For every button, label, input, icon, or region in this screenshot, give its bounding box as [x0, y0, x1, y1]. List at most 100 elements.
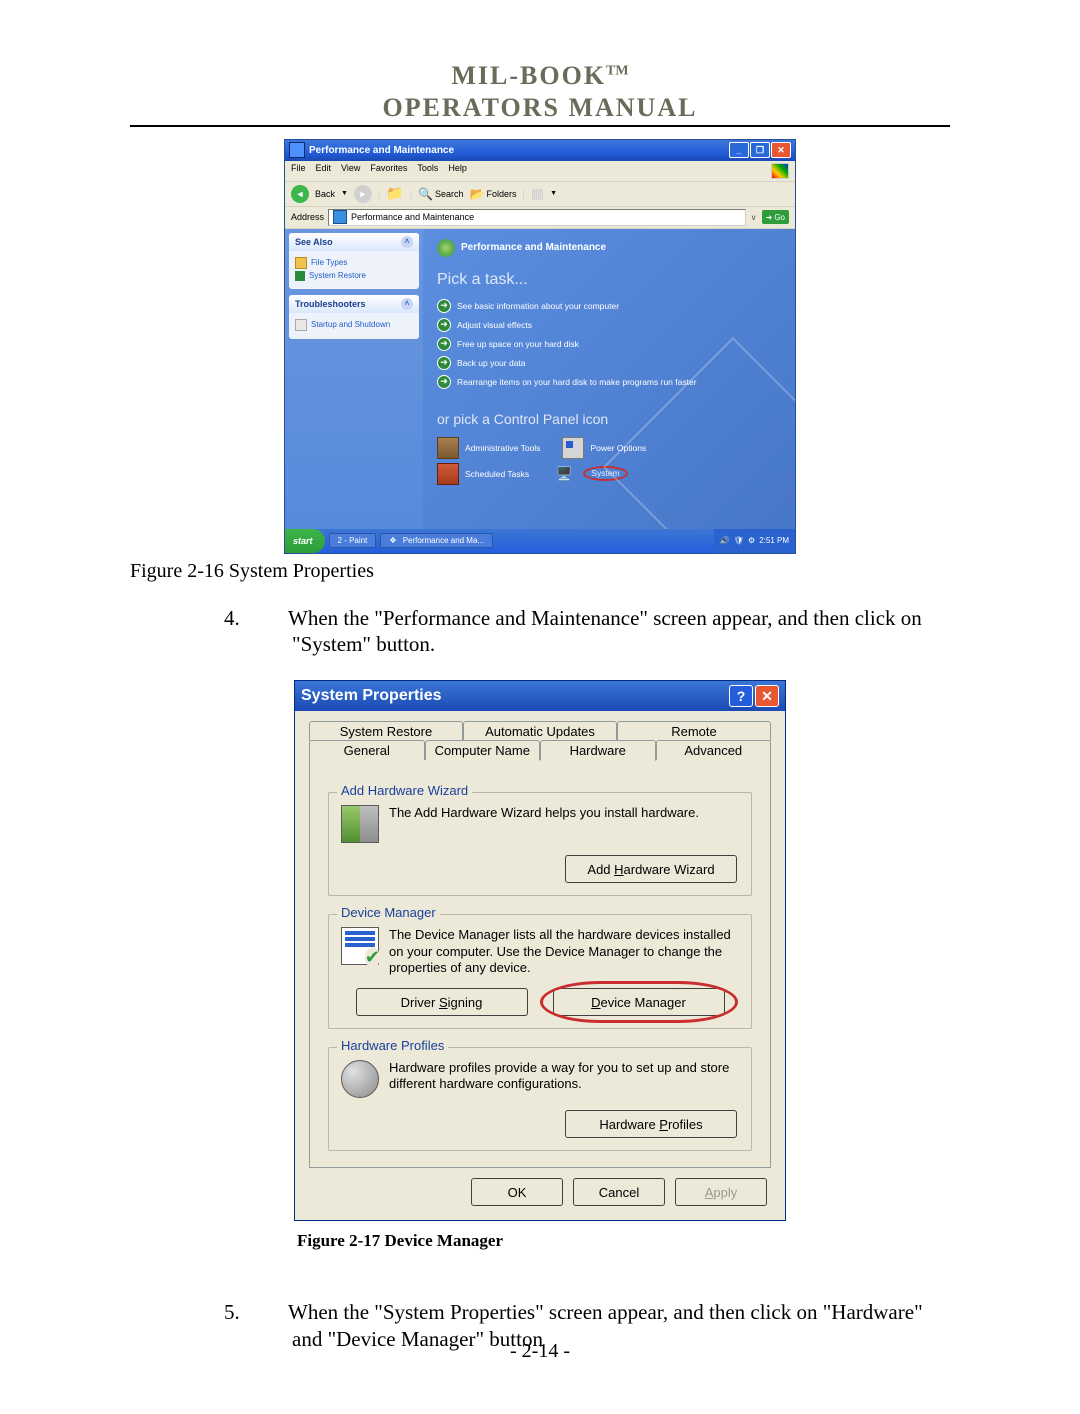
back-label[interactable]: Back	[315, 189, 335, 199]
cancel-button[interactable]: Cancel	[573, 1178, 665, 1206]
start-button[interactable]: start	[285, 529, 325, 553]
sidebar-link-system-restore[interactable]: System Restore	[295, 271, 413, 281]
device-manager-group: Device Manager The Device Manager lists …	[328, 914, 752, 1029]
folders-button[interactable]: 📂 Folders	[470, 187, 517, 201]
category-title: Performance and Maintenance	[461, 242, 606, 253]
startup-icon	[295, 319, 307, 331]
header-rule	[130, 125, 950, 127]
ok-button[interactable]: OK	[471, 1178, 563, 1206]
address-bar: Address Performance and Maintenance v ➜ …	[285, 207, 795, 229]
address-input[interactable]: Performance and Maintenance	[328, 209, 746, 226]
file-types-label: File Types	[311, 258, 347, 267]
window-title: Performance and Maintenance	[309, 145, 729, 156]
group-description: Hardware profiles provide a way for you …	[389, 1060, 739, 1098]
go-button[interactable]: ➜ Go	[762, 210, 789, 224]
system-restore-icon	[295, 271, 305, 281]
views-icon[interactable]: ▦	[531, 185, 544, 202]
folders-icon: 📂	[470, 187, 485, 201]
menu-tools[interactable]: Tools	[417, 163, 438, 179]
task-basic-info[interactable]: ➜See basic information about your comput…	[437, 299, 781, 313]
taskbar-perf-maint[interactable]: ❖ Performance and Ma...	[380, 533, 493, 548]
close-button[interactable]: ✕	[755, 685, 779, 707]
address-icon	[333, 210, 347, 224]
maximize-button[interactable]: ❐	[750, 142, 770, 158]
taskbar-paint[interactable]: 2 - Paint	[329, 533, 377, 548]
task-visual-effects[interactable]: ➜Adjust visual effects	[437, 318, 781, 332]
cp-power-options[interactable]: Power Options	[562, 437, 646, 459]
dialog-title: System Properties	[301, 687, 729, 705]
tab-hardware[interactable]: Hardware	[540, 740, 656, 761]
power-options-icon	[562, 437, 584, 459]
hardware-profiles-icon	[341, 1060, 379, 1098]
minimize-button[interactable]: _	[729, 142, 749, 158]
admin-tools-icon	[437, 437, 459, 459]
task-label: Adjust visual effects	[457, 320, 532, 330]
start-label: start	[293, 536, 313, 546]
cp-admin-tools[interactable]: Administrative Tools	[437, 437, 540, 459]
sidebar: See Also ˄ File Types System Restore	[285, 229, 423, 529]
cp-scheduled-tasks[interactable]: Scheduled Tasks	[437, 463, 529, 485]
menu-favorites[interactable]: Favorites	[370, 163, 407, 179]
arrow-icon: ➜	[437, 299, 451, 313]
tab-general[interactable]: General	[309, 740, 425, 761]
btn-label: Apply	[705, 1185, 738, 1200]
group-description: The Add Hardware Wizard helps you instal…	[389, 805, 739, 843]
forward-icon[interactable]: ►	[354, 185, 372, 203]
startup-label: Startup and Shutdown	[311, 320, 390, 329]
task-free-space[interactable]: ➜Free up space on your hard disk	[437, 337, 781, 351]
up-folder-icon[interactable]: 📁	[386, 185, 403, 202]
menu-view[interactable]: View	[341, 163, 360, 179]
device-manager-icon	[341, 927, 379, 965]
hardware-wizard-icon	[341, 805, 379, 843]
doc-header: MIL-BOOKTM OPERATORS MANUAL	[130, 60, 950, 123]
step-number: 4.	[258, 605, 288, 632]
tray-icon[interactable]: 🔊	[720, 536, 730, 545]
pick-a-task-heading: Pick a task...	[437, 271, 781, 289]
close-button[interactable]: ✕	[771, 142, 791, 158]
cp-system[interactable]: 🖥️ System	[551, 464, 628, 484]
search-button[interactable]: 🔍 Search	[418, 187, 463, 201]
device-manager-button[interactable]: Device Manager	[553, 988, 725, 1016]
back-icon[interactable]: ◄	[291, 185, 309, 203]
sidebar-link-file-types[interactable]: File Types	[295, 257, 413, 269]
taskbar: start 2 - Paint ❖ Performance and Ma... …	[285, 529, 795, 553]
menu-file[interactable]: File	[291, 163, 306, 179]
page-number: - 2-14 -	[0, 1340, 1080, 1363]
tab-system-restore[interactable]: System Restore	[309, 721, 463, 741]
system-tray: 🔊 🛡 ⚙ 2:51 PM	[714, 529, 795, 553]
tray-icon[interactable]: ⚙	[748, 536, 755, 545]
category-icon	[437, 239, 455, 257]
scheduled-tasks-icon	[437, 463, 459, 485]
cp-label: Power Options	[590, 443, 646, 453]
tab-remote[interactable]: Remote	[617, 721, 771, 741]
task-label: Rearrange items on your hard disk to mak…	[457, 377, 697, 387]
tab-advanced[interactable]: Advanced	[656, 740, 772, 761]
task-backup[interactable]: ➜Back up your data	[437, 356, 781, 370]
step-4: 4.When the "Performance and Maintenance"…	[258, 605, 950, 659]
add-hardware-wizard-button[interactable]: Add Hardware Wizard	[565, 855, 737, 883]
tray-icon[interactable]: 🛡	[734, 536, 744, 545]
window-titlebar: Performance and Maintenance _ ❐ ✕	[285, 140, 795, 161]
menu-help[interactable]: Help	[448, 163, 467, 179]
driver-signing-button[interactable]: Driver Signing	[356, 988, 528, 1016]
sidebar-link-startup-shutdown[interactable]: Startup and Shutdown	[295, 319, 413, 331]
hardware-profiles-group: Hardware Profiles Hardware profiles prov…	[328, 1047, 752, 1151]
address-dropdown-icon[interactable]: v	[750, 213, 758, 222]
task-rearrange[interactable]: ➜Rearrange items on your hard disk to ma…	[437, 375, 781, 389]
doc-subtitle: OPERATORS MANUAL	[130, 93, 950, 123]
group-description: The Device Manager lists all the hardwar…	[389, 927, 739, 976]
hardware-profiles-button[interactable]: Hardware Profiles	[565, 1110, 737, 1138]
tab-automatic-updates[interactable]: Automatic Updates	[463, 721, 617, 741]
tab-computer-name[interactable]: Computer Name	[425, 740, 541, 761]
task-label: Free up space on your hard disk	[457, 339, 579, 349]
troubleshooters-pane: Troubleshooters ˄ Startup and Shutdown	[289, 295, 419, 339]
help-button[interactable]: ?	[729, 685, 753, 707]
collapse-icon[interactable]: ˄	[401, 298, 413, 310]
btn-label: Driver Signing	[401, 995, 483, 1010]
collapse-icon[interactable]: ˄	[401, 236, 413, 248]
menu-edit[interactable]: Edit	[316, 163, 332, 179]
cp-label: Administrative Tools	[465, 443, 540, 453]
go-label: Go	[774, 213, 785, 222]
troubleshooters-title: Troubleshooters	[295, 299, 366, 309]
apply-button[interactable]: Apply	[675, 1178, 767, 1206]
